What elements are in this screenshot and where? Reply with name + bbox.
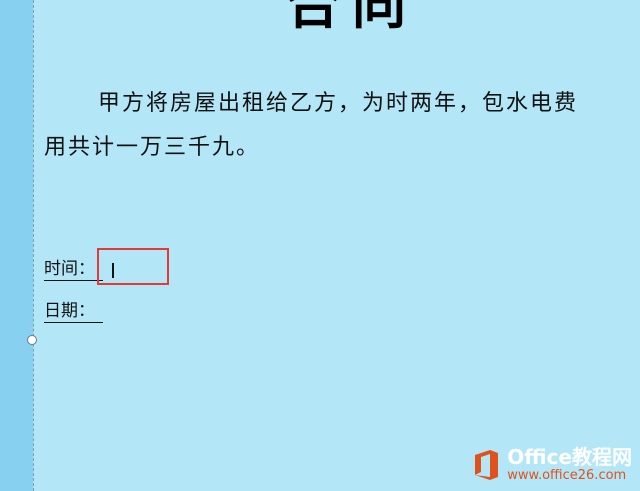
- date-field[interactable]: 日期：: [44, 300, 103, 323]
- watermark-brand: Office教程网: [507, 445, 632, 469]
- watermark: Office教程网 www.office26.com: [471, 446, 632, 483]
- document-page[interactable]: 合同 甲方将房屋出租给乙方，为时两年，包水电费 用共计一万三千九。 时间： 日期…: [34, 0, 640, 491]
- document-title: 合同: [286, 0, 418, 36]
- date-label: 日期：: [44, 301, 95, 323]
- date-value-blank[interactable]: [95, 300, 103, 323]
- office-logo-icon: [471, 448, 501, 482]
- time-field[interactable]: 时间：: [44, 258, 103, 281]
- contract-paragraph[interactable]: 甲方将房屋出租给乙方，为时两年，包水电费 用共计一万三千九。: [44, 82, 640, 170]
- paragraph-line-1: 甲方将房屋出租给乙方，为时两年，包水电费: [98, 91, 579, 116]
- left-margin-band: [0, 0, 33, 491]
- watermark-url: www.office26.com: [507, 468, 627, 483]
- paragraph-line-2: 用共计一万三千九。: [44, 135, 261, 160]
- time-label: 时间：: [44, 259, 95, 281]
- highlight-box: [97, 248, 169, 285]
